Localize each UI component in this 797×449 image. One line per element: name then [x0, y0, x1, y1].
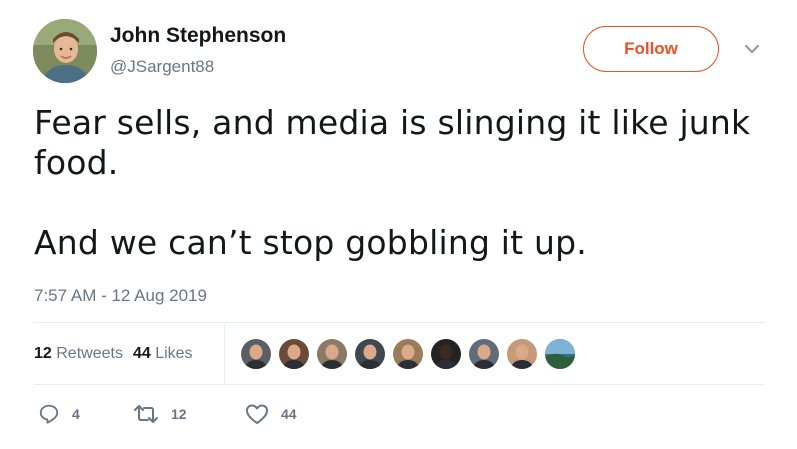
- liker-avatar-3-icon[interactable]: [317, 339, 347, 369]
- reply-button[interactable]: 4: [38, 403, 80, 425]
- likers-avatars: [241, 339, 583, 371]
- retweets-label: Retweets: [56, 345, 123, 362]
- stats-divider: [224, 324, 225, 384]
- follow-button[interactable]: Follow: [583, 26, 719, 72]
- author-name[interactable]: John Stephenson: [110, 24, 286, 48]
- divider-bottom: [34, 384, 765, 385]
- liker-avatar-5-icon[interactable]: [393, 339, 423, 369]
- chevron-down-icon[interactable]: [744, 43, 760, 55]
- like-count: 44: [281, 406, 297, 422]
- liker-avatar-1-icon[interactable]: [241, 339, 271, 369]
- liker-avatar-7-icon[interactable]: [469, 339, 499, 369]
- like-button[interactable]: 44: [245, 403, 297, 425]
- tweet-timestamp[interactable]: 7:57 AM - 12 Aug 2019: [34, 286, 207, 306]
- divider-top: [34, 322, 765, 323]
- reply-count: 4: [72, 406, 80, 422]
- retweet-icon: [134, 405, 158, 423]
- liker-avatar-4-icon[interactable]: [355, 339, 385, 369]
- heart-icon: [246, 404, 268, 424]
- retweet-button[interactable]: 12: [133, 403, 187, 425]
- tweet-card: John Stephenson @JSargent88 Follow Fear …: [0, 0, 797, 449]
- retweet-count: 12: [171, 406, 187, 422]
- author-handle[interactable]: @JSargent88: [110, 57, 214, 77]
- avatar-photo-icon: [33, 19, 97, 83]
- engagement-stats: 12 Retweets 44 Likes: [34, 345, 193, 363]
- likes-count: 44: [132, 345, 151, 362]
- author-avatar[interactable]: [33, 19, 97, 83]
- retweets-stat[interactable]: 12 Retweets: [34, 345, 123, 362]
- reply-icon: [39, 404, 59, 424]
- retweets-count: 12: [34, 345, 52, 362]
- liker-avatar-8-icon[interactable]: [507, 339, 537, 369]
- liker-avatar-6-icon[interactable]: [431, 339, 461, 369]
- likes-label: Likes: [155, 345, 193, 362]
- liker-avatar-9-icon[interactable]: [545, 339, 575, 369]
- liker-avatar-2-icon[interactable]: [279, 339, 309, 369]
- tweet-text: Fear sells, and media is slinging it lik…: [34, 103, 751, 262]
- likes-stat[interactable]: 44 Likes: [133, 345, 193, 362]
